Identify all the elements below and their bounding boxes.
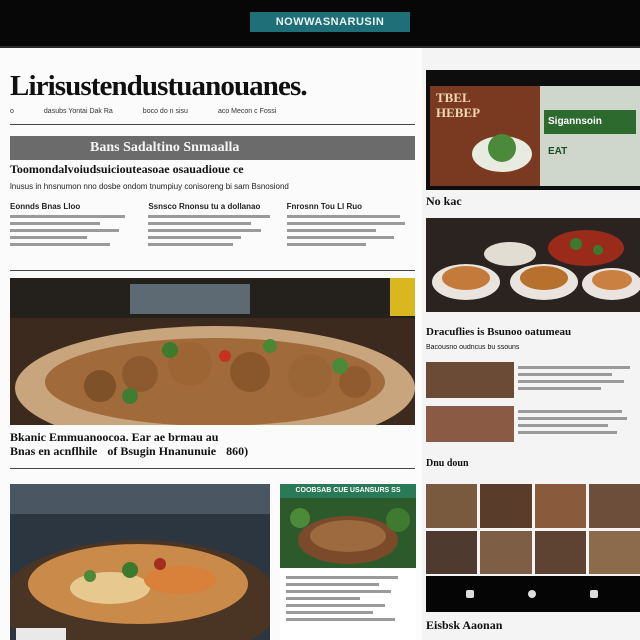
deck-line: lnusus in hnsnumon nno dosbe ondom tnump…: [10, 182, 289, 191]
divider: [10, 468, 415, 469]
section-title[interactable]: Dnu doun: [426, 458, 469, 469]
grid-photo[interactable]: [588, 530, 640, 574]
brief-item[interactable]: Ssnsco Rnonsu tu a dollanao: [148, 202, 276, 266]
masthead-sub-item: o: [10, 108, 14, 115]
article-snippet: [518, 362, 636, 394]
caption-part: 860): [226, 444, 249, 458]
section-title[interactable]: Dracuflies is Bsunoo oatumeau: [426, 326, 640, 338]
grid-photo[interactable]: [534, 530, 586, 574]
headline-dek[interactable]: Toomondalvoiudsuiciouteasoae osauadioue …: [10, 160, 415, 178]
brief-item[interactable]: Eonnds Bnas Lloo: [10, 202, 138, 266]
photo-grid: [426, 484, 640, 574]
section-banner[interactable]: Bans Sadaltino Snmaalla: [10, 136, 415, 160]
grid-photo[interactable]: [480, 530, 532, 574]
brief-item[interactable]: Fnrosnn Tou Ll Ruo: [286, 202, 415, 266]
article-thumb[interactable]: [426, 362, 514, 398]
brief-columns: Eonnds Bnas Lloo Ssnsco Rnonsu tu a doll…: [10, 202, 415, 266]
bowl-image: [280, 498, 416, 568]
ad-text: TBEL HEBEP: [436, 90, 481, 120]
site-label[interactable]: NOWWASNARUSIN: [250, 12, 410, 32]
right-column: TBEL HEBEP Sigannsoin EAT No kac Dracufl…: [422, 48, 640, 640]
grid-photo[interactable]: [426, 530, 478, 574]
hero-food-image[interactable]: [10, 278, 415, 425]
section-title[interactable]: No kac: [426, 194, 462, 209]
back-icon[interactable]: [466, 590, 474, 598]
food-platter-image[interactable]: [426, 218, 640, 312]
noodle-illustration: [10, 484, 270, 640]
grid-photo[interactable]: [534, 484, 586, 528]
main-column: Lirisustendustuanouanes. o dasubs Yontai…: [0, 48, 422, 640]
section-subtitle: Bacousno oudncus bu ssouns: [426, 344, 520, 351]
divider: [10, 124, 415, 125]
newspaper-page: Lirisustendustuanouanes. o dasubs Yontai…: [0, 48, 640, 640]
brief-heading: Ssnsco Rnonsu tu a dollanao: [148, 202, 261, 211]
feature-header: COOBSAB CUE USANSURS SS: [280, 484, 416, 498]
caption-part: of Bsugin Hnanunuie: [107, 444, 217, 458]
masthead: Lirisustendustuanouanes.: [10, 70, 308, 102]
brief-heading: Eonnds Bnas Lloo: [10, 202, 81, 211]
masthead-sub-item: dasubs Yontai Dak Ra: [43, 108, 113, 115]
recents-icon[interactable]: [590, 590, 598, 598]
hero-illustration: [10, 278, 415, 425]
phone-nav-bar: [426, 576, 640, 612]
noodle-dish-image[interactable]: [10, 484, 270, 640]
feature-text: [280, 568, 416, 629]
hero-caption[interactable]: Bkanic Emmuanoocoa. Ear ae brmau au: [10, 430, 415, 444]
feature-card[interactable]: COOBSAB CUE USANSURS SS: [280, 484, 416, 640]
divider: [10, 270, 415, 271]
footer-title[interactable]: Eisbsk Aaonan: [426, 618, 640, 634]
ad-sub: EAT: [548, 146, 568, 157]
grid-photo[interactable]: [588, 484, 640, 528]
brief-heading: Fnrosnn Tou Ll Ruo: [286, 202, 363, 211]
grid-photo[interactable]: [426, 484, 478, 528]
grid-photo[interactable]: [480, 484, 532, 528]
hero-caption-line: Bnas en acnflhile of Bsugin Hnanunuie 86…: [10, 444, 415, 460]
article-thumb[interactable]: [426, 406, 514, 442]
masthead-sub-item: aco Mecon c Fossi: [217, 108, 277, 115]
article-snippet: [518, 406, 636, 438]
home-icon[interactable]: [528, 590, 536, 598]
ad-sign: Sigannsoin: [548, 116, 602, 127]
caption-part: Bnas en acnflhile: [10, 444, 98, 458]
top-bar: NOWWASNARUSIN: [0, 0, 640, 48]
ad-panel[interactable]: TBEL HEBEP Sigannsoin EAT: [426, 70, 640, 190]
masthead-subline: o dasubs Yontai Dak Ra boco do n sisu ac…: [10, 108, 415, 118]
masthead-sub-item: boco do n sisu: [142, 108, 188, 115]
